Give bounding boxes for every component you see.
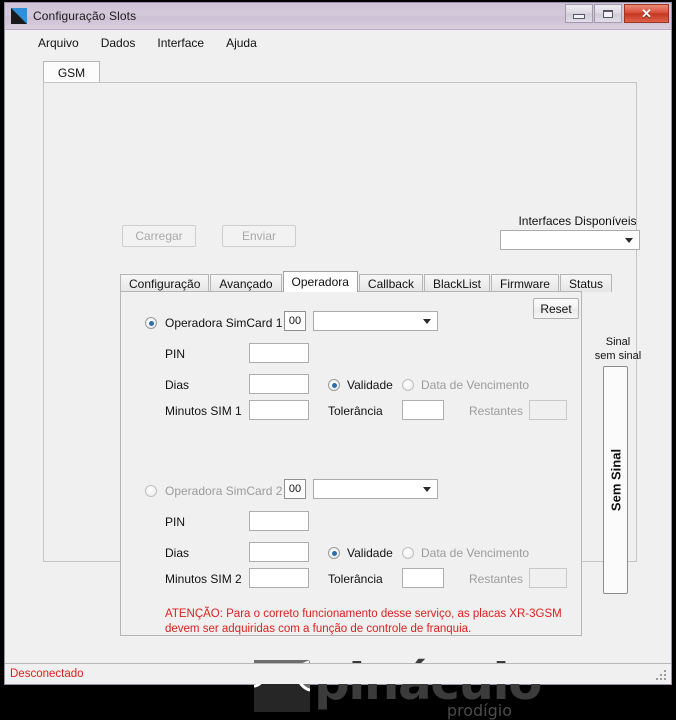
simcard2-restantes-input [529,568,567,588]
inner-tab-strip: Configuração Avançado Operadora Callback… [120,271,613,292]
simcard2-vencimento-label: Data de Vencimento [421,546,530,560]
simcard1-label: Operadora SimCard 1 [165,316,283,330]
simcard2-vencimento-radio[interactable] [402,547,414,559]
simcard2-minutos-label: Minutos SIM 2 [165,572,242,586]
simcard1-operator-combo[interactable] [313,311,438,331]
simcard1-restantes-label: Restantes [469,404,524,418]
tab-callback[interactable]: Callback [358,274,423,292]
tab-configuracao[interactable]: Configuração [120,274,210,292]
outer-tab-strip: GSM [43,61,637,83]
window-title: Configuração Slots [33,9,137,23]
gsm-panel: Carregar Enviar Interfaces Disponíveis C… [43,82,641,720]
app-icon [11,8,27,24]
tab-gsm[interactable]: GSM [43,61,100,83]
simcard1-tolerancia-label: Tolerância [328,404,383,418]
client-area: GSM Carregar Enviar Interfaces Disponíve… [5,55,671,720]
simcard1-code-field[interactable]: 00 [284,311,306,331]
simcard2-restantes-label: Restantes [469,572,524,586]
warning-line-2: devem ser adquiridas com a função de con… [165,623,472,635]
simcard1-minutos-input[interactable] [249,400,309,420]
simcard2-code-field[interactable]: 00 [284,479,306,499]
signal-title: Sinal sem sinal [584,335,652,363]
chevron-down-icon [625,238,633,243]
simcard2-dias-input[interactable] [249,542,309,562]
simcard2-validade-label: Validade [347,546,393,560]
enviar-button[interactable]: Enviar [222,225,296,247]
menu-item-interface[interactable]: Interface [146,33,215,53]
maximize-button[interactable] [594,4,622,23]
menu-bar: Arquivo Dados Interface Ajuda [5,30,671,55]
tab-firmware[interactable]: Firmware [490,274,559,292]
simcard2-tolerancia-label: Tolerância [328,572,383,586]
simcard1-minutos-label: Minutos SIM 1 [165,404,242,418]
tab-blacklist[interactable]: BlackList [423,274,490,292]
warning-line-1: ATENÇÃO: Para o correto funcionamento de… [165,608,562,620]
logo-subtitle: prodígio [446,701,512,720]
simcard1-pin-label: PIN [165,347,186,361]
simcard1-validade-radio[interactable] [328,379,340,391]
simcard2-pin-label: PIN [165,515,186,529]
simcard2-label: Operadora SimCard 2 [165,484,283,498]
menu-item-dados[interactable]: Dados [90,33,147,53]
tab-status[interactable]: Status [559,274,613,292]
simcard2-pin-input[interactable] [249,511,309,531]
menu-item-ajuda[interactable]: Ajuda [215,33,268,53]
simcard1-tolerancia-input[interactable] [402,400,444,420]
simcard2-tolerancia-input[interactable] [402,568,444,588]
simcard1-dias-input[interactable] [249,374,309,394]
signal-strength-bar: Sem Sinal [603,366,628,594]
tab-avancado[interactable]: Avançado [210,274,282,292]
signal-title-line-1: Sinal [605,336,631,348]
maximize-icon [603,9,613,18]
simcard2-validade-radio[interactable] [328,547,340,559]
title-bar[interactable]: Configuração Slots ✕ [5,3,671,30]
simcard1-restantes-input [529,400,567,420]
close-button[interactable]: ✕ [624,4,669,23]
simcard1-vencimento-radio[interactable] [402,379,414,391]
chevron-down-icon [423,487,431,492]
carregar-button[interactable]: Carregar [122,225,196,247]
simcard1-radio[interactable] [145,317,157,329]
simcard2-operator-combo[interactable] [313,479,438,499]
menu-item-arquivo[interactable]: Arquivo [27,33,90,53]
application-window: Configuração Slots ✕ Arquivo Dados Inter… [4,2,672,720]
window-controls: ✕ [564,4,669,23]
simcard1-vencimento-label: Data de Vencimento [421,378,530,392]
interfaces-label: Interfaces Disponíveis [518,214,637,228]
interfaces-combo[interactable] [500,230,640,250]
minimize-icon [573,13,585,19]
close-icon: ✕ [641,6,652,21]
tab-operadora[interactable]: Operadora [282,271,358,292]
simcard1-pin-input[interactable] [249,343,309,363]
chevron-down-icon [423,319,431,324]
signal-bar-text: Sem Sinal [608,448,623,512]
minimize-button[interactable] [565,4,593,23]
simcard1-dias-label: Dias [165,378,190,392]
connection-status: Desconectado [10,668,84,680]
simcard2-radio[interactable] [145,485,157,497]
resize-grip[interactable] [656,670,668,682]
status-bar: Desconectado [5,663,671,684]
reset-button[interactable]: Reset [533,298,579,319]
warning-message: ATENÇÃO: Para o correto funcionamento de… [165,607,565,637]
simcard1-validade-label: Validade [347,378,393,392]
operadora-panel: Reset Operadora SimCard 1 00 PIN Dias Va… [120,291,582,636]
simcard2-minutos-input[interactable] [249,568,309,588]
signal-title-line-2: sem sinal [594,350,642,362]
simcard2-dias-label: Dias [165,546,190,560]
